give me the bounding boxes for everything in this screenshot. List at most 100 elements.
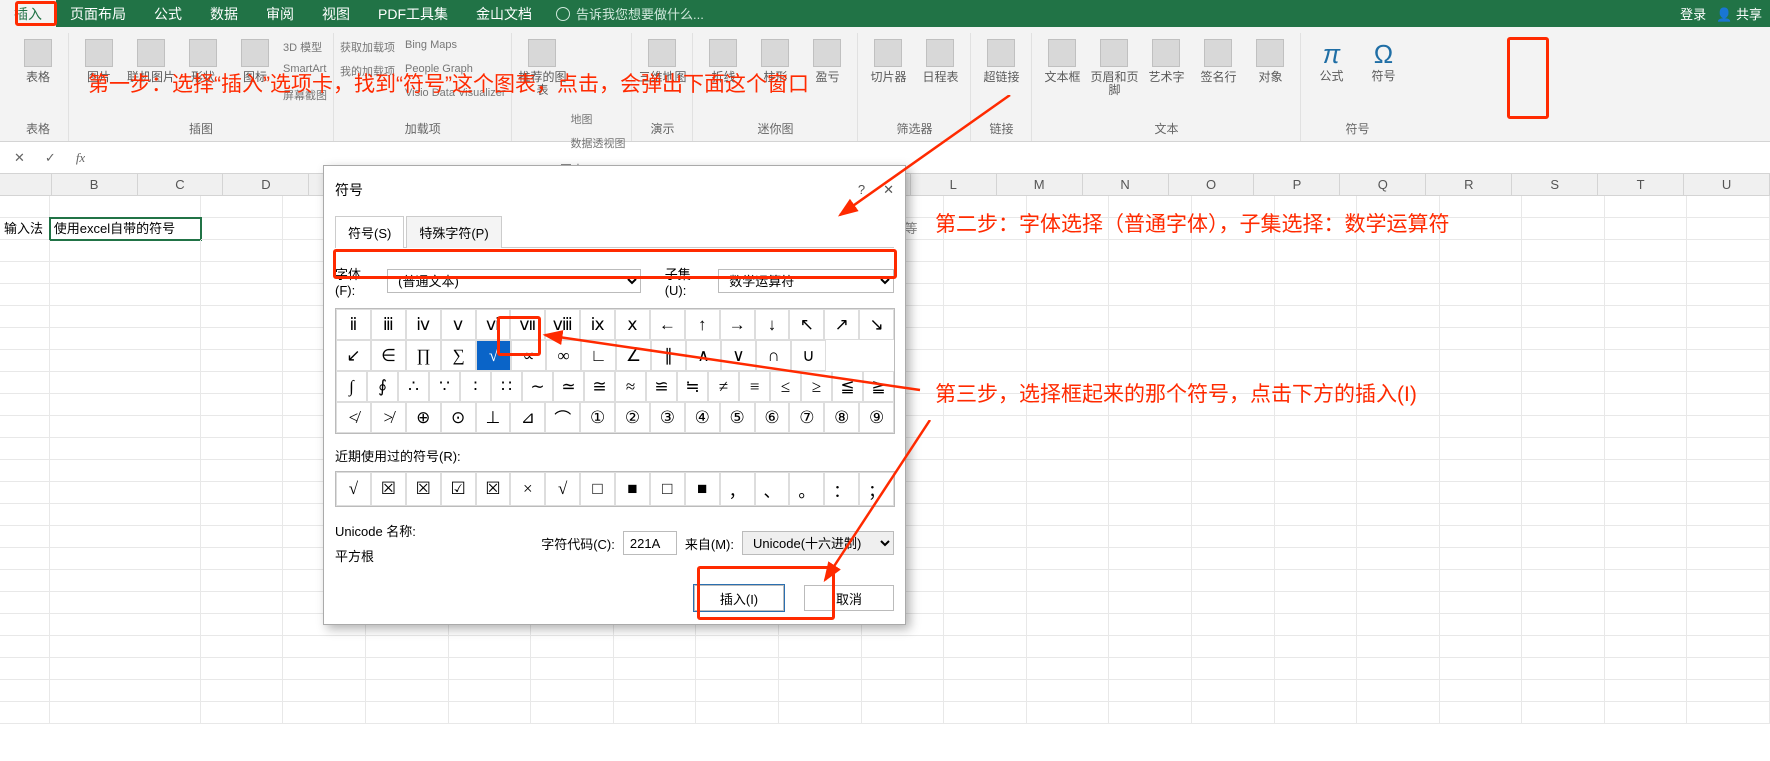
cell[interactable] [1687,482,1770,504]
cell[interactable] [201,328,284,350]
symbol-cell[interactable]: ⊕ [406,402,441,433]
cell[interactable] [1522,680,1605,702]
cell[interactable] [1192,570,1275,592]
cell[interactable] [1605,240,1688,262]
cell[interactable] [50,262,201,284]
ribbon-item-small[interactable]: 数据透视图 [570,135,625,157]
cell[interactable] [1605,482,1688,504]
symbol-cell[interactable]: ∨ [721,340,756,371]
recent-symbol[interactable]: × [510,472,545,506]
cell[interactable] [1522,262,1605,284]
cell[interactable] [1605,262,1688,284]
cell[interactable] [1687,306,1770,328]
cell[interactable] [1027,306,1110,328]
cell[interactable] [0,680,50,702]
cell[interactable] [1440,372,1523,394]
share-button[interactable]: 👤 共享 [1716,4,1762,23]
cell[interactable] [1275,460,1358,482]
cell[interactable] [1109,636,1192,658]
cell[interactable] [614,680,697,702]
cell[interactable] [0,614,50,636]
cell[interactable] [1275,240,1358,262]
cell[interactable] [0,306,50,328]
cell[interactable] [50,636,201,658]
tab-symbols[interactable]: 符号(S) [335,216,404,248]
cell[interactable] [1027,592,1110,614]
cell[interactable] [696,702,779,724]
symbol-cell[interactable]: ↙ [336,340,371,371]
cell[interactable] [1275,306,1358,328]
cell[interactable] [1109,372,1192,394]
ribbon-item-small[interactable]: Bing Maps [405,39,505,61]
cell[interactable] [1605,196,1688,218]
cell[interactable] [1605,416,1688,438]
symbol-cell[interactable]: ⅳ [406,309,441,340]
cell[interactable] [1440,658,1523,680]
from-select[interactable]: Unicode(十六进制) [742,531,894,555]
cell[interactable] [1275,284,1358,306]
cell[interactable] [50,372,201,394]
symbol-cell[interactable]: ∼ [522,371,553,402]
cell[interactable] [1440,702,1523,724]
cell[interactable] [1275,504,1358,526]
cell[interactable] [1440,548,1523,570]
ribbon-item[interactable]: 文本框 [1038,33,1086,84]
tab-wps[interactable]: 金山文档 [462,0,546,28]
recent-symbol[interactable]: √ [545,472,580,506]
cell[interactable] [1357,218,1440,240]
recent-symbol[interactable]: ☑ [441,472,476,506]
cell[interactable] [201,218,284,240]
cell[interactable] [201,636,284,658]
cell[interactable] [1605,504,1688,526]
col-header[interactable]: R [1426,174,1512,195]
col-header[interactable]: S [1512,174,1598,195]
cell[interactable] [0,702,50,724]
symbol-cell[interactable]: ⑨ [859,402,894,433]
cell[interactable] [1440,526,1523,548]
tab-review[interactable]: 审阅 [252,0,308,28]
cell[interactable] [1275,196,1358,218]
cell[interactable] [1687,570,1770,592]
cell[interactable] [1440,306,1523,328]
cell[interactable] [862,702,945,724]
cell[interactable] [1522,636,1605,658]
cell[interactable] [1687,416,1770,438]
ribbon-item[interactable]: 日程表 [916,33,964,84]
ribbon-item-small[interactable]: 地图 [570,111,625,133]
cell[interactable] [1027,548,1110,570]
cell[interactable] [1605,284,1688,306]
symbol-cell[interactable]: ≤ [770,371,801,402]
cell[interactable] [1687,702,1770,724]
code-input[interactable] [623,531,677,555]
cell[interactable] [1027,460,1110,482]
cell[interactable] [1192,526,1275,548]
cell[interactable] [1192,196,1275,218]
cell[interactable] [1357,636,1440,658]
ribbon-item[interactable]: 形状 [179,33,227,84]
cell[interactable] [1192,262,1275,284]
cell[interactable] [1275,328,1358,350]
cell[interactable] [1440,614,1523,636]
cell[interactable] [1275,350,1358,372]
cell[interactable] [1027,196,1110,218]
cell[interactable] [944,218,1027,240]
cell[interactable] [1440,394,1523,416]
symbol-cell[interactable]: ⊙ [441,402,476,433]
cell[interactable] [1357,526,1440,548]
cell[interactable] [531,702,614,724]
cell[interactable] [1275,614,1358,636]
cell[interactable] [1357,328,1440,350]
symbol-cell[interactable]: ② [615,402,650,433]
cell[interactable] [531,636,614,658]
cell[interactable] [1109,526,1192,548]
ribbon-item[interactable]: 表格 [14,33,62,84]
cell[interactable] [1027,350,1110,372]
fx-icon[interactable]: fx [76,150,85,166]
cell[interactable] [1192,702,1275,724]
cell[interactable] [696,636,779,658]
cell[interactable] [1357,592,1440,614]
cell[interactable] [1605,328,1688,350]
cell[interactable] [1027,614,1110,636]
cell[interactable] [50,592,201,614]
cell[interactable] [1109,658,1192,680]
